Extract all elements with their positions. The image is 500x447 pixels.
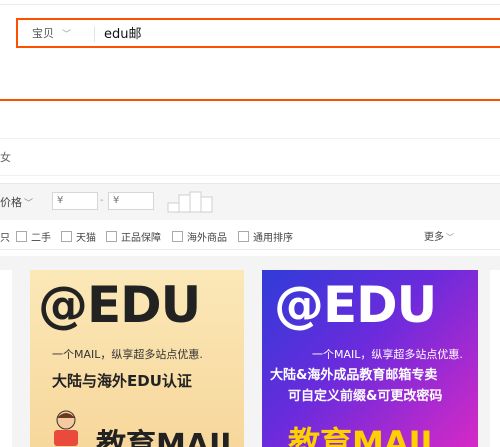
options-bar: 只 二手 天猫 正品保障 海外商品 通用排序 更多 ﹀ (0, 221, 500, 250)
related-searches: 女 (0, 138, 500, 176)
product-image[interactable]: @EDU 一个MAIL，纵享超多站点优惠. 大陆&海外成品教育邮箱专卖 可自定义… (262, 270, 478, 447)
price-sort-label: 价格 (0, 196, 22, 209)
product-slogan-line2: 可自定义前缀&可更改密码 (288, 389, 443, 404)
chevron-down-icon: ﹀ (446, 233, 454, 242)
checkbox[interactable] (172, 231, 183, 242)
checkbox[interactable] (238, 231, 249, 242)
product-card[interactable]: @EDU 一个MAIL，纵享超多站点优惠. 大陆与海外EDU认证 教育MAIL (30, 270, 244, 447)
product-grid: @EDU 一个MAIL，纵享超多站点优惠. 大陆与海外EDU认证 教育MAIL … (0, 256, 500, 447)
filter-bar: 价格 ﹀ ¥ - ¥ (0, 183, 500, 220)
product-card-partial[interactable] (490, 270, 500, 447)
search-scope-dropdown[interactable]: 宝贝 ﹀ (32, 25, 71, 41)
product-headline: @EDU (38, 276, 201, 334)
option-overseas[interactable]: 海外商品 (172, 229, 227, 244)
price-range-dash: - (100, 195, 104, 206)
chevron-down-icon: ﹀ (62, 30, 72, 40)
nav-strip (0, 101, 500, 137)
search-input[interactable] (104, 25, 404, 40)
product-image[interactable]: @EDU 一个MAIL，纵享超多站点优惠. 大陆与海外EDU认证 教育MAIL (30, 270, 244, 447)
search-bar[interactable]: 宝贝 ﹀ (16, 18, 500, 48)
product-tagline: 一个MAIL，纵享超多站点优惠. (52, 348, 203, 361)
price-distribution-chart[interactable] (167, 191, 219, 213)
chevron-down-icon: ﹀ (24, 199, 34, 209)
option-genuine[interactable]: 正品保障 (106, 229, 161, 244)
mascot-icon (54, 410, 78, 446)
product-big-text: 教育MAIL (288, 424, 441, 447)
product-card-partial[interactable] (0, 270, 12, 447)
product-tagline: 一个MAIL，纵享超多站点优惠. (312, 348, 463, 361)
top-divider (0, 0, 500, 5)
product-card[interactable]: @EDU 一个MAIL，纵享超多站点优惠. 大陆&海外成品教育邮箱专卖 可自定义… (262, 270, 478, 447)
product-slogan-line1: 大陆&海外成品教育邮箱专卖 (270, 368, 438, 383)
option-general-sort[interactable]: 通用排序 (238, 229, 293, 244)
related-search-item[interactable]: 女 (0, 149, 11, 165)
option-tmall[interactable]: 天猫 (61, 229, 96, 244)
checkbox[interactable] (61, 231, 72, 242)
option-tag[interactable]: 只 (0, 229, 10, 244)
option-secondhand[interactable]: 二手 (16, 229, 51, 244)
checkbox[interactable] (106, 231, 117, 242)
price-min-input[interactable]: ¥ (52, 192, 98, 210)
search-scope-label: 宝贝 (32, 27, 54, 40)
more-dropdown[interactable]: 更多 ﹀ (424, 228, 454, 243)
checkbox[interactable] (16, 231, 27, 242)
product-headline: @EDU (274, 276, 437, 334)
price-sort-dropdown[interactable]: 价格 ﹀ (0, 194, 33, 210)
product-slogan: 大陆与海外EDU认证 (52, 372, 192, 390)
product-big-text: 教育MAIL (96, 428, 240, 447)
price-max-input[interactable]: ¥ (108, 192, 154, 210)
scope-divider (94, 26, 95, 42)
